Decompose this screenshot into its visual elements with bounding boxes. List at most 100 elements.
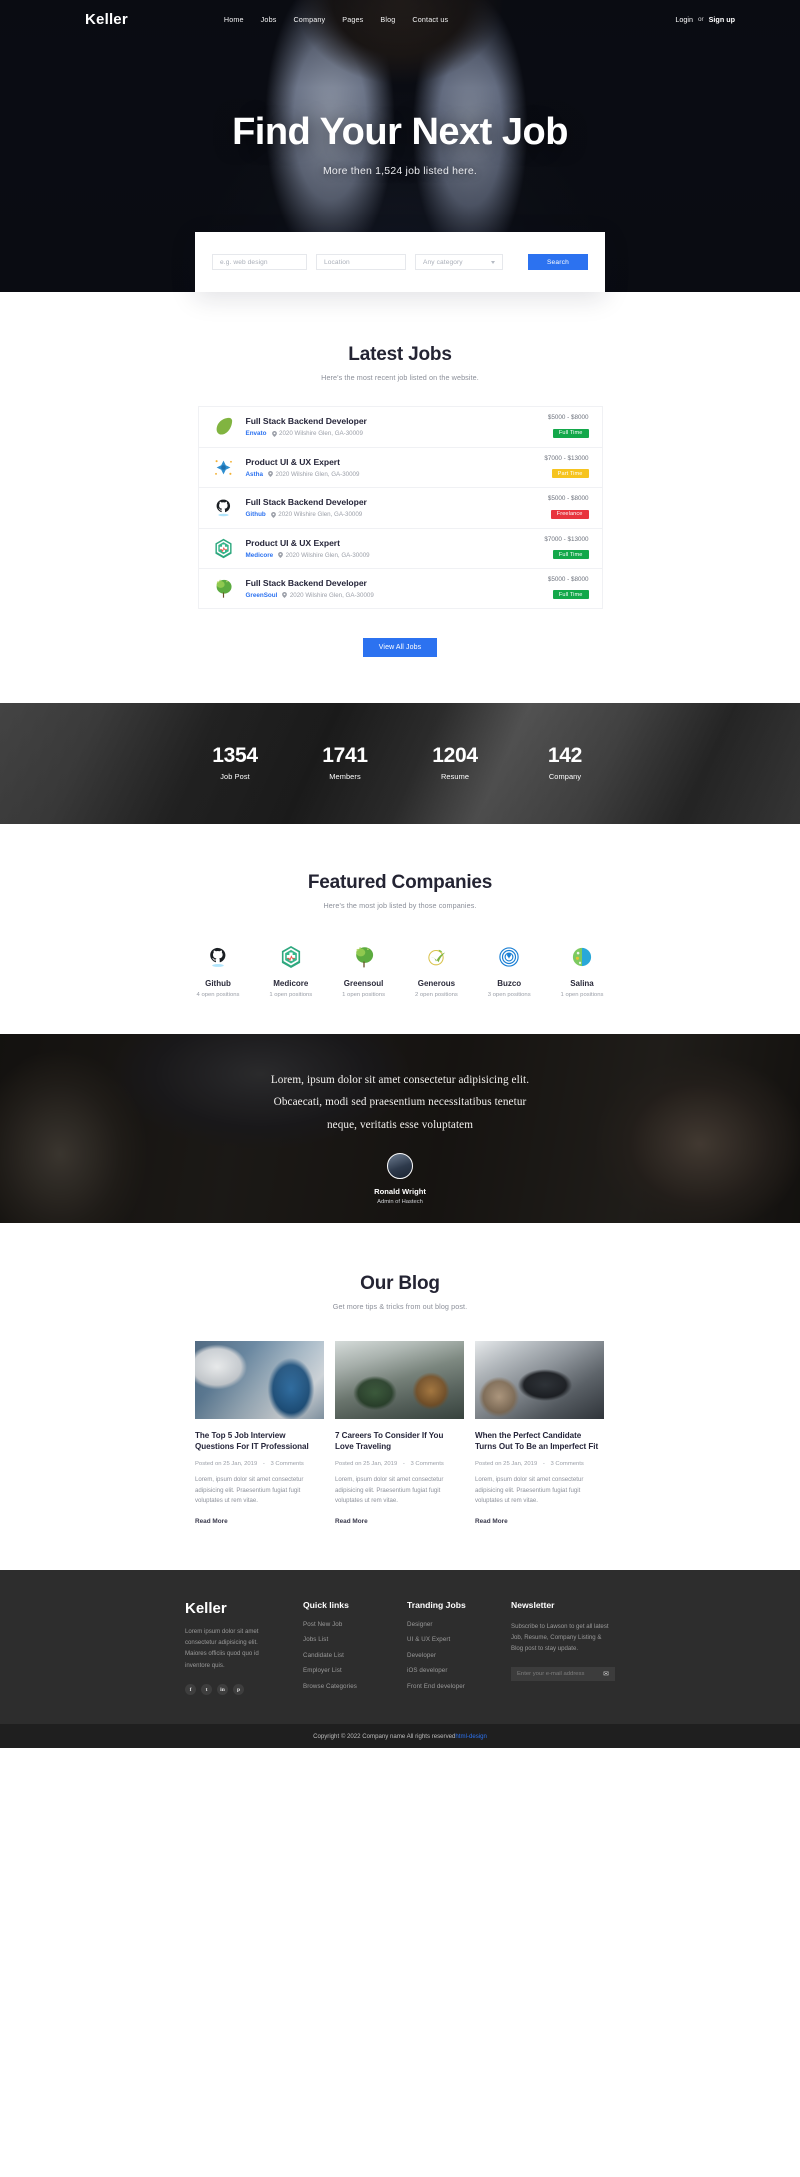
blog-post-title[interactable]: When the Perfect Candidate Turns Out To … [475,1430,604,1453]
footer-link-candidate-list[interactable]: Candidate List [303,1652,407,1659]
read-more-link[interactable]: Read More [195,1518,228,1525]
job-title: Product UI & UX Expert [245,456,340,467]
company-card[interactable]: Generous 2 open positions [403,944,469,998]
job-company[interactable]: Astha [246,471,264,478]
blog-card[interactable]: When the Perfect Candidate Turns Out To … [475,1340,604,1528]
stat-label: Members [329,772,361,781]
job-location: 2020 Wilshire Glen, GA-30009 [271,430,363,438]
job-company[interactable]: Medicore [246,552,274,559]
blog-card[interactable]: The Top 5 Job Interview Questions For IT… [195,1340,324,1528]
search-keyword-input[interactable]: e.g. web design [212,254,307,270]
stats-counter-section: 1354 Job Post 1741 Members 1204 Resume 1… [0,702,800,824]
blog-post-meta: Posted on 25 Jan, 2019 - 3 Comments [195,1461,324,1467]
job-row[interactable]: Product UI & UX Expert Medicore 2020 Wil… [197,527,603,568]
footer-link-ui-ux-expert[interactable]: UI & UX Expert [407,1636,511,1643]
stat-value: 1354 [212,744,258,767]
blog-post-excerpt: Lorem, ipsum dolor sit amet consectetur … [335,1475,444,1505]
search-location-input[interactable]: Location [316,254,406,270]
signup-link[interactable]: Sign up [709,15,735,24]
hero-content: Find Your Next Job More then 1,524 job l… [0,38,800,177]
footer-link-front-end-developer[interactable]: Front End developer [407,1683,511,1690]
read-more-link[interactable]: Read More [475,1518,508,1525]
medicore-cross-logo [278,944,304,970]
company-card[interactable]: Github 4 open positions [185,944,251,998]
generous-leaf-logo [423,944,449,970]
nav-item-contact-us[interactable]: Contact us [412,15,448,24]
blog-card[interactable]: 7 Careers To Consider If You Love Travel… [335,1340,464,1528]
linkedin-icon[interactable]: in [217,1684,228,1695]
featured-title: Featured Companies [307,871,493,893]
footer-link-browse-categories[interactable]: Browse Categories [303,1683,407,1690]
search-button[interactable]: Search [528,254,588,270]
job-title: Product UI & UX Expert [245,537,340,548]
featured-companies-section: Featured Companies Here's the most job l… [0,823,800,1034]
job-salary: $5000 - $8000 [547,414,589,422]
blog-post-excerpt: Lorem, ipsum dolor sit amet consectetur … [475,1475,584,1505]
page-root: Keller Home Jobs Company Pages Blog Cont… [0,0,800,1749]
pinterest-icon[interactable]: p [233,1684,244,1695]
job-company[interactable]: Envato [246,430,267,437]
company-open-positions: 1 open positions [342,991,386,998]
envelope-icon[interactable]: ✉ [603,1670,609,1678]
footer-newsletter-column: Newsletter Subscribe to Lawson to get al… [511,1600,615,1699]
view-all-jobs-button[interactable]: View All Jobs [362,637,438,657]
newsletter-email-input[interactable]: Enter your e-mail address [517,1671,603,1677]
job-company[interactable]: GreenSoul [246,592,278,599]
login-link[interactable]: Login [675,15,693,24]
stat-members: 1741 Members [290,745,400,781]
job-salary-group: $7000 - $13000 Part Time [544,455,589,480]
facebook-icon[interactable]: f [185,1684,196,1695]
job-row[interactable]: Full Stack Backend Developer GreenSoul 2… [197,568,603,609]
site-logo[interactable]: Keller [85,11,128,28]
blog-grid: The Top 5 Job Interview Questions For IT… [195,1340,605,1528]
avatar [387,1153,413,1180]
job-company[interactable]: Github [246,511,266,518]
company-open-positions: 1 open positions [269,991,313,998]
company-card[interactable]: Salina 1 open positions [549,944,615,998]
search-category-select[interactable]: Any category [415,254,503,270]
blog-post-title[interactable]: 7 Careers To Consider If You Love Travel… [335,1430,464,1453]
job-location-text: 2020 Wilshire Glen, GA-30009 [279,430,363,438]
job-row[interactable]: Product UI & UX Expert Astha 2020 Wilshi… [197,446,603,487]
footer-link-developer[interactable]: Developer [407,1652,511,1659]
footer-trending-list: Designer UI & UX Expert Developer iOS de… [407,1621,511,1690]
footer-link-jobs-list[interactable]: Jobs List [303,1636,407,1643]
nav-item-home[interactable]: Home [224,15,244,24]
nav-item-jobs[interactable]: Jobs [261,15,277,24]
company-card[interactable]: Greensoul 1 open positions [331,944,397,998]
nav-item-blog[interactable]: Blog [380,15,395,24]
testimonial-line-1: Lorem, ipsum dolor sit amet consectetur … [270,1073,530,1086]
newsletter-form[interactable]: Enter your e-mail address ✉ [511,1666,615,1681]
stat-resume: 1204 Resume [400,745,510,781]
github-octocat-logo [205,944,231,970]
footer-quick-links-list: Post New Job Jobs List Candidate List Em… [303,1621,407,1690]
nav-item-company[interactable]: Company [293,15,325,24]
latest-jobs-title: Latest Jobs [348,344,452,365]
job-type-badge: Full Time [552,590,589,600]
job-row[interactable]: Full Stack Backend Developer Github 2020… [197,487,603,528]
company-card[interactable]: Buzco 3 open positions [476,944,542,998]
footer-link-designer[interactable]: Designer [407,1621,511,1628]
job-info: Product UI & UX Expert Medicore 2020 Wil… [246,538,545,559]
map-pin-icon [268,471,273,478]
footer-link-post-new-job[interactable]: Post New Job [303,1621,407,1628]
blog-post-title[interactable]: The Top 5 Job Interview Questions For IT… [195,1430,324,1453]
footer-link-employer-list[interactable]: Employer List [303,1667,407,1674]
footer-logo[interactable]: Keller [185,1600,303,1617]
buzco-circle-logo [496,944,522,970]
blog-header: Our Blog Get more tips & tricks from out… [0,1273,800,1311]
copyright-link[interactable]: html-design [455,1733,487,1740]
footer-newsletter-text: Subscribe to Lawson to get all latest Jo… [511,1622,609,1653]
stat-label: Resume [440,772,470,781]
latest-jobs-header: Latest Jobs Here's the most recent job l… [0,344,800,382]
chevron-down-icon [491,260,495,264]
job-location: 2020 Wilshire Glen, GA-30009 [282,592,374,599]
footer-link-ios-developer[interactable]: iOS developer [407,1667,511,1674]
nav-item-pages[interactable]: Pages [342,15,363,24]
job-location-text: 2020 Wilshire Glen, GA-30009 [278,511,363,519]
job-row[interactable]: Full Stack Backend Developer Envato 2020… [197,406,603,447]
read-more-link[interactable]: Read More [335,1518,368,1525]
job-info: Product UI & UX Expert Astha 2020 Wilshi… [246,457,545,478]
company-card[interactable]: Medicore 1 open positions [258,944,324,998]
twitter-icon[interactable]: t [201,1684,212,1695]
